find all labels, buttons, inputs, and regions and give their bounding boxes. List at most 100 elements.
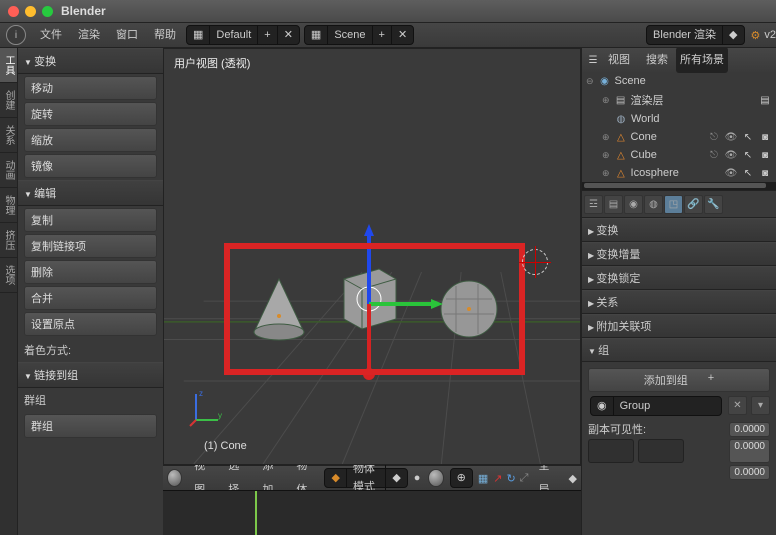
outliner-view[interactable]: 视图	[600, 48, 638, 72]
prop-tab-constraint[interactable]: 🔗	[684, 195, 703, 214]
zoom-window-button[interactable]	[42, 6, 53, 17]
tab-physics[interactable]: 物理	[0, 188, 17, 223]
prop-extras-header[interactable]: 附加关联项	[582, 314, 776, 338]
expand-icon: ⊖	[586, 76, 594, 87]
properties-panel: 变换 变换增量 变换锁定 关系 附加关联项 组 添加到组+ ◉ Group ✕	[582, 218, 776, 535]
dupli-vis-y[interactable]: 0.0000	[729, 439, 770, 463]
outliner-scene-row[interactable]: ⊖ ◉ Scene	[582, 72, 776, 90]
top-menubar: i 文件 渲染 窗口 帮助 ▦ Default + ✕ ▦ Scene + ✕ …	[0, 23, 776, 48]
layers-icon[interactable]: ▦	[478, 472, 488, 485]
duplicate-button[interactable]: 复制	[24, 208, 157, 232]
blender-icon: ⚙	[751, 29, 761, 42]
scene-selector[interactable]: ▦ Scene + ✕	[304, 25, 414, 45]
panel-link-header[interactable]: 链接到组	[18, 362, 163, 388]
camera-icon[interactable]: ◙	[758, 130, 772, 144]
group-select[interactable]: 群组	[24, 414, 157, 438]
mode-selector[interactable]: ◆ 物体模式 ◆	[324, 468, 407, 488]
menu-help[interactable]: 帮助	[146, 23, 184, 47]
pin-icon[interactable]: ▤	[758, 93, 772, 107]
eye-icon[interactable]: 👁	[724, 166, 738, 180]
camera-icon[interactable]: ◙	[758, 148, 772, 162]
prop-relations-header[interactable]: 关系	[582, 290, 776, 314]
engine-selector[interactable]: Blender 渲染 ◆	[646, 25, 744, 45]
pivot-selector[interactable]: ⊕	[450, 468, 473, 488]
traffic-lights	[8, 6, 53, 17]
duplicate-linked-button[interactable]: 复制链接项	[24, 234, 157, 258]
join-button[interactable]: 合并	[24, 286, 157, 310]
outliner-filter[interactable]: 所有场景	[676, 47, 728, 73]
outliner-scrollbar[interactable]	[582, 182, 776, 190]
prop-delta-header[interactable]: 变换增量	[582, 242, 776, 266]
viewport-3d[interactable]: 用户视图 (透视)	[163, 48, 581, 465]
tab-options[interactable]: 选项	[0, 258, 17, 293]
outliner-world-row[interactable]: ◍ World	[582, 110, 776, 128]
prop-tab-render-layers[interactable]: ▤	[604, 195, 623, 214]
outliner-cone-row[interactable]: ⊕ ▽ Cone ⎋ 👁 ↖ ◙	[582, 128, 776, 146]
tool-tabs: 工具 创建 关系 动画 物理 挤压 选项	[0, 48, 18, 535]
prop-tab-modifier[interactable]: 🔧	[704, 195, 723, 214]
prop-tab-scene[interactable]: ◉	[624, 195, 643, 214]
menu-render[interactable]: 渲染	[70, 23, 108, 47]
mesh-icon: ▽	[617, 132, 625, 143]
layout-selector[interactable]: ▦ Default + ✕	[186, 25, 300, 45]
tab-grease[interactable]: 挤压	[0, 223, 17, 258]
outliner-icosphere-row[interactable]: ⊕ ▽ Icosphere 👁 ↖ ◙	[582, 164, 776, 182]
close-window-button[interactable]	[8, 6, 19, 17]
mirror-button[interactable]: 镜像	[24, 154, 157, 178]
manipulator-scale-icon[interactable]: ⤢	[520, 472, 529, 485]
cursor-3d	[522, 249, 548, 275]
eye-icon[interactable]: 👁	[724, 148, 738, 162]
delete-button[interactable]: 删除	[24, 260, 157, 284]
playhead[interactable]	[255, 491, 257, 535]
dupli-vis-z[interactable]: 0.0000	[729, 465, 770, 480]
shading-label: 着色方式:	[18, 338, 163, 362]
prop-tab-object[interactable]: ◳	[664, 195, 683, 214]
dupli-visibility-label: 副本可见性:	[588, 421, 725, 437]
add-to-group-button[interactable]: 添加到组+	[588, 368, 770, 392]
titlebar: Blender	[0, 0, 776, 23]
camera-icon[interactable]: ◙	[758, 166, 772, 180]
tab-create[interactable]: 创建	[0, 83, 17, 118]
outliner-cube-row[interactable]: ⊕ ▽ Cube ⎋ 👁 ↖ ◙	[582, 146, 776, 164]
shading-icon[interactable]	[428, 469, 443, 487]
mesh-icon: ▽	[617, 168, 625, 179]
editor-type-icon[interactable]	[167, 469, 182, 487]
group-specials-button[interactable]: ▾	[751, 396, 770, 415]
scale-button[interactable]: 缩放	[24, 128, 157, 152]
manipulator-rotate-icon[interactable]: ↻	[506, 472, 515, 485]
prop-tab-world[interactable]: ◍	[644, 195, 663, 214]
group-name-field[interactable]: ◉ Group	[590, 396, 722, 416]
cursor-icon[interactable]: ↖	[741, 148, 755, 162]
panel-transform-header[interactable]: 变换	[18, 48, 163, 74]
remove-group-button[interactable]: ✕	[728, 396, 747, 415]
outliner-editor-icon[interactable]: ☰	[586, 53, 600, 67]
panel-edit-header[interactable]: 编辑	[18, 180, 163, 206]
prop-group-header[interactable]: 组	[582, 338, 776, 362]
prop-tab-render[interactable]: ☲	[584, 195, 603, 214]
rotate-button[interactable]: 旋转	[24, 102, 157, 126]
menu-file[interactable]: 文件	[32, 23, 70, 47]
manipulator-translate-icon[interactable]: ↗	[493, 472, 502, 485]
translate-button[interactable]: 移动	[24, 76, 157, 100]
menu-window[interactable]: 窗口	[108, 23, 146, 47]
tab-tools[interactable]: 工具	[0, 48, 17, 83]
prop-lock-header[interactable]: 变换锁定	[582, 266, 776, 290]
cursor-icon[interactable]: ↖	[741, 166, 755, 180]
tab-relations[interactable]: 关系	[0, 118, 17, 153]
layer-grid-right[interactable]	[638, 439, 684, 463]
tab-anim[interactable]: 动画	[0, 153, 17, 188]
cursor-icon[interactable]: ↖	[741, 130, 755, 144]
prop-transform-header[interactable]: 变换	[582, 218, 776, 242]
dupli-vis-x[interactable]: 0.0000	[729, 422, 770, 437]
property-tabs: ☲ ▤ ◉ ◍ ◳ 🔗 🔧	[582, 191, 776, 218]
world-icon: ◍	[614, 112, 628, 126]
outliner-search[interactable]: 搜索	[638, 48, 676, 72]
set-origin-button[interactable]: 设置原点	[24, 312, 157, 336]
timeline[interactable]	[163, 490, 581, 535]
eye-icon[interactable]: 👁	[724, 130, 738, 144]
outliner-renderlayer-row[interactable]: ⊕ ▤ 渲染层 ▤	[582, 90, 776, 110]
minimize-window-button[interactable]	[25, 6, 36, 17]
info-icon[interactable]: i	[6, 25, 26, 45]
layer-grid-left[interactable]	[588, 439, 634, 463]
expand-icon: ⊕	[602, 150, 610, 161]
